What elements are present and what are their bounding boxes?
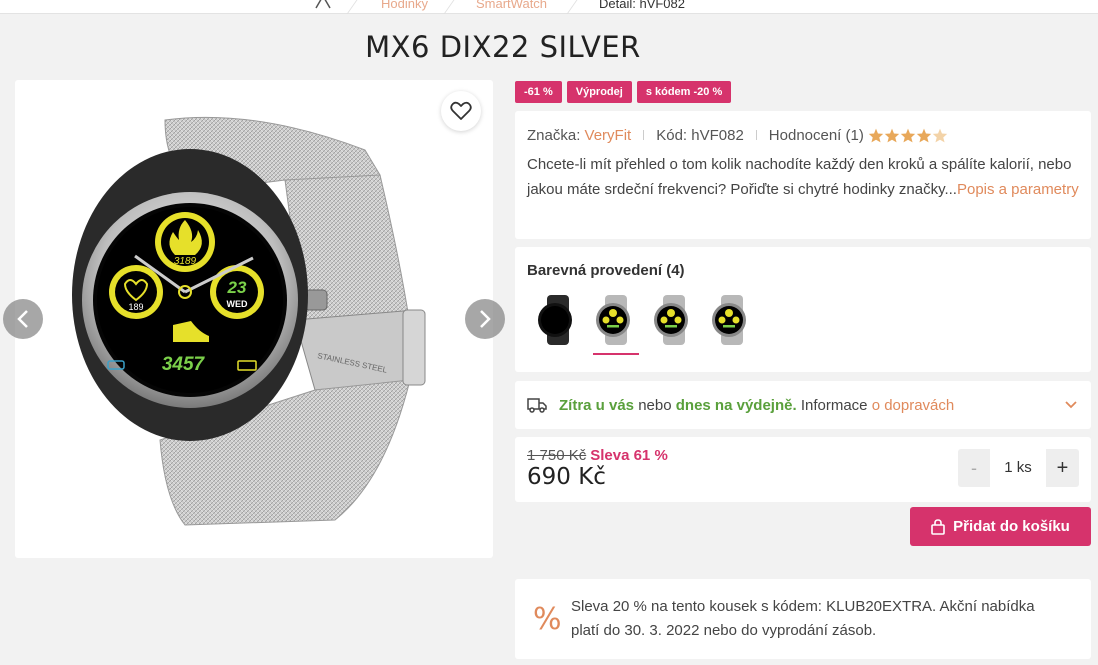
breadcrumb-current: Detail: hVF082 (599, 0, 685, 11)
badges: -61 % Výprodej s kódem -20 % (515, 81, 732, 103)
dial-right-day: WED (227, 299, 248, 309)
quantity-stepper: - 1 ks + (958, 449, 1079, 487)
qty-minus-button[interactable]: - (958, 458, 990, 479)
chevron-left-icon (17, 310, 28, 328)
star-icon (932, 128, 948, 142)
watch-thumbnail-icon (538, 295, 572, 345)
star-icon (868, 128, 884, 142)
delivery-tomorrow: Zítra u vás (559, 396, 635, 414)
badge-discount: -61 % (515, 81, 562, 103)
brand-link[interactable]: VeryFit (585, 127, 632, 144)
promo-text-line1: Sleva 20 % na tento kousek s kódem: KLUB… (571, 598, 1035, 615)
watch-thumbnail-icon (712, 295, 746, 345)
variants-panel: Barevná provedení (4) (515, 247, 1091, 372)
product-meta: Značka: VeryFit Kód: hVF082 Hodnocení (1… (527, 125, 1079, 145)
watch-thumbnail-icon (596, 295, 630, 345)
description-link[interactable]: Popis a parametry (957, 181, 1079, 198)
product-code: hVF082 (691, 126, 744, 144)
product-image[interactable]: STAINLESS STEEL 3189 189 23 WED 3457 (15, 80, 493, 558)
delivery-info[interactable]: Zítra u vás nebo dnes na výdejně. Inform… (515, 381, 1091, 429)
variant-silver-watch-1[interactable] (593, 293, 639, 355)
promo-box: % Sleva 20 % na tento kousek s kódem: KL… (515, 579, 1091, 659)
product-info: Značka: VeryFit Kód: hVF082 Hodnocení (1… (515, 111, 1091, 239)
breadcrumb-separator (346, 0, 365, 14)
product-description: Chcete-li mít přehled o tom kolik nachod… (527, 153, 1079, 202)
page-title: MX6 DIX22 SILVER (365, 30, 641, 64)
variant-silver-watch-2[interactable] (651, 293, 695, 347)
promo-text-line2: platí do 30. 3. 2022 nebo do vyprodání z… (571, 622, 877, 639)
breadcrumb-smartwatch[interactable]: SmartWatch (476, 0, 547, 11)
variants-title: Barevná provedení (4) (527, 262, 685, 279)
code-label: Kód: (656, 126, 688, 144)
badge-code: s kódem -20 % (636, 81, 732, 103)
promo-text: Sleva 20 % na tento kousek s kódem: KLUB… (571, 595, 1035, 643)
chevron-right-icon (480, 310, 491, 328)
qty-input[interactable]: 1 ks (990, 449, 1046, 487)
star-icon (916, 128, 932, 142)
add-to-cart-label: Přidat do košíku (953, 518, 1070, 535)
rating-label[interactable]: Hodnocení (1) (769, 127, 864, 144)
watch-thumbnail-icon (654, 295, 688, 345)
dial-left-number: 189 (128, 302, 143, 312)
add-to-cart-button[interactable]: Přidat do košíku (910, 507, 1091, 546)
product-gallery: STAINLESS STEEL 3189 189 23 WED 3457 (15, 80, 493, 558)
breadcrumb-separator (443, 0, 462, 14)
percent-icon: % (533, 601, 562, 637)
delivery-link[interactable]: o dopravách (872, 397, 955, 414)
delivery-today: dnes na výdejně. (675, 396, 797, 414)
heart-icon (450, 101, 472, 120)
breadcrumb-hodinky[interactable]: Hodinky (381, 0, 428, 11)
delivery-or: nebo (638, 396, 672, 414)
gallery-prev-button[interactable] (3, 299, 43, 339)
chevron-down-icon[interactable] (1063, 396, 1079, 412)
brand-label: Značka: (527, 126, 581, 144)
variant-black-watch[interactable] (535, 293, 579, 347)
discount-label: Sleva 61 % (590, 447, 668, 464)
breadcrumb-separator (566, 0, 585, 14)
rating-stars (868, 128, 948, 143)
qty-plus-button[interactable]: + (1046, 457, 1079, 480)
dial-steps: 3457 (162, 354, 206, 375)
favorite-button[interactable] (441, 91, 481, 131)
dial-right-number: 23 (227, 278, 247, 297)
gallery-next-button[interactable] (465, 299, 505, 339)
delivery-info-label: Informace (800, 396, 868, 414)
star-icon (900, 128, 916, 142)
home-icon[interactable] (314, 0, 332, 10)
badge-sale: Výprodej (566, 81, 632, 103)
old-price: 1 750 Kč (527, 447, 587, 464)
lock-bag-icon (931, 518, 945, 535)
variant-swatches (535, 293, 1079, 355)
dial-top-number: 3189 (174, 256, 197, 267)
variant-silver-watch-3[interactable] (709, 293, 753, 347)
breadcrumb: Hodinky SmartWatch Detail: hVF082 (0, 0, 1098, 14)
star-icon (884, 128, 900, 142)
truck-icon (527, 398, 547, 413)
